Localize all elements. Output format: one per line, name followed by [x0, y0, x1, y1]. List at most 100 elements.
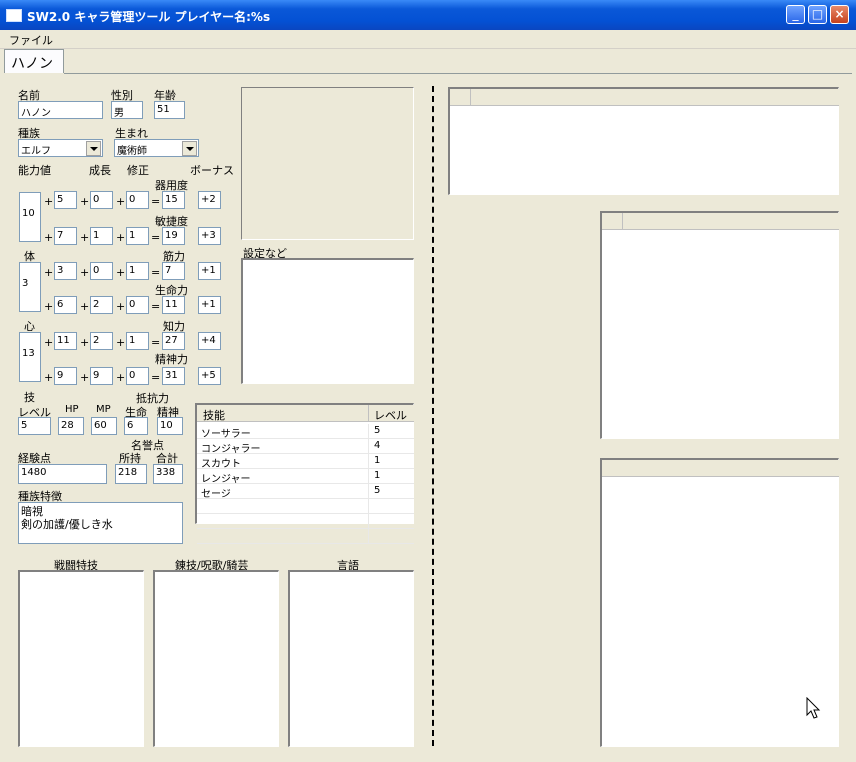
menu-file[interactable]: ファイル — [9, 32, 53, 48]
birth-dropdown-button[interactable] — [182, 141, 197, 156]
str-growth-input[interactable]: 0 — [90, 262, 113, 280]
skill-row[interactable]: スカウト 1 — [197, 454, 414, 470]
settings-textarea[interactable] — [241, 258, 414, 384]
skill-level: 4 — [374, 440, 381, 451]
right-list-bottom[interactable] — [600, 458, 839, 747]
close-icon: × — [834, 7, 845, 21]
agi-a-input[interactable]: 7 — [54, 227, 77, 245]
maximize-icon: □ — [811, 7, 824, 21]
skill-row[interactable] — [197, 499, 414, 514]
dex-bonus: +2 — [198, 191, 221, 209]
plus-sign: + — [80, 195, 90, 208]
equals-sign: = — [151, 371, 161, 384]
hp-label: HP — [65, 404, 79, 415]
minimize-icon: _ — [792, 7, 799, 21]
plus-sign: + — [44, 266, 54, 279]
dex-growth-input[interactable]: 0 — [90, 191, 113, 209]
dex-mod-input[interactable]: 0 — [126, 191, 149, 209]
level-column-header[interactable]: レベル — [369, 405, 414, 422]
name-input[interactable]: ハノン — [18, 101, 103, 119]
skill-name: セージ — [201, 489, 231, 500]
plus-sign: + — [80, 336, 90, 349]
kokoro-base-input[interactable]: 13 — [19, 332, 41, 382]
skill-row[interactable]: ソーサラー 5 — [197, 424, 414, 440]
plus-sign: + — [116, 300, 126, 313]
equals-sign: = — [151, 300, 161, 313]
plus-sign: + — [80, 266, 90, 279]
tai-base-input[interactable]: 3 — [19, 262, 41, 312]
str-mod-input[interactable]: 1 — [126, 262, 149, 280]
race-dropdown-button[interactable] — [86, 141, 101, 156]
plus-sign: + — [44, 195, 54, 208]
agi-bonus: +3 — [198, 227, 221, 245]
language-list[interactable] — [288, 570, 414, 747]
level-input[interactable]: 5 — [18, 417, 51, 435]
close-button[interactable]: × — [830, 5, 849, 24]
column-separator — [368, 499, 369, 513]
menu-bar — [0, 30, 856, 49]
spi-mod-input[interactable]: 0 — [126, 367, 149, 385]
vit-bonus: +1 — [198, 296, 221, 314]
race-trait-box: 暗視 剣の加護/優しき水 — [18, 502, 183, 544]
plus-sign: + — [80, 231, 90, 244]
minimize-button[interactable]: _ — [786, 5, 805, 24]
int-growth-input[interactable]: 2 — [90, 332, 113, 350]
race-value: エルフ — [21, 146, 51, 157]
spi-a-input[interactable]: 9 — [54, 367, 77, 385]
skill-name: レンジャー — [201, 474, 251, 485]
skill-row[interactable]: セージ 5 — [197, 484, 414, 500]
list-header[interactable] — [450, 89, 839, 106]
skills-table[interactable]: 技能 レベル ソーサラー 5 コンジャラー 4 スカウト 1 レンジャー 1 セージ 5 — [195, 403, 414, 544]
growth-label: 成長 — [89, 164, 111, 177]
agi-growth-input[interactable]: 1 — [90, 227, 113, 245]
skill-row[interactable]: レンジャー 1 — [197, 469, 414, 485]
gender-input[interactable]: 男 — [111, 101, 143, 119]
agi-mod-input[interactable]: 1 — [126, 227, 149, 245]
column-separator — [368, 424, 369, 438]
spi-growth-input[interactable]: 9 — [90, 367, 113, 385]
column-separator — [368, 514, 369, 528]
mp-value: 60 — [91, 417, 117, 435]
dex-a-input[interactable]: 5 — [54, 191, 77, 209]
tab-divider — [64, 73, 852, 74]
race-trait-line: 暗視 — [21, 505, 43, 518]
skill-name: スカウト — [201, 459, 241, 470]
birth-value: 魔術師 — [117, 146, 147, 157]
plus-sign: + — [116, 195, 126, 208]
column-separator — [368, 469, 369, 483]
tab-character[interactable]: ハノン — [4, 49, 64, 73]
skill-level: 5 — [374, 425, 381, 436]
age-input[interactable]: 51 — [154, 101, 185, 119]
honor-owned-input[interactable]: 218 — [115, 464, 147, 484]
int-a-input[interactable]: 11 — [54, 332, 77, 350]
gi-base-input[interactable]: 10 — [19, 192, 41, 242]
skill-rows: ソーサラー 5 コンジャラー 4 スカウト 1 レンジャー 1 セージ 5 — [197, 424, 414, 544]
spi-label: 精神力 — [155, 353, 188, 366]
plus-sign: + — [116, 266, 126, 279]
vit-a-input[interactable]: 6 — [54, 296, 77, 314]
portrait-area[interactable] — [241, 87, 414, 240]
str-bonus: +1 — [198, 262, 221, 280]
str-value: 7 — [162, 262, 185, 280]
vit-mod-input[interactable]: 0 — [126, 296, 149, 314]
list-header[interactable] — [602, 213, 839, 230]
skill-column-header[interactable]: 技能 — [197, 405, 369, 422]
arts-list[interactable] — [153, 570, 279, 747]
exp-input[interactable]: 1480 — [18, 464, 107, 484]
str-a-input[interactable]: 3 — [54, 262, 77, 280]
combat-feats-list[interactable] — [18, 570, 144, 747]
app-icon — [6, 9, 22, 22]
skill-row[interactable] — [197, 514, 414, 529]
skill-row[interactable] — [197, 529, 414, 544]
int-value: 27 — [162, 332, 185, 350]
list-header[interactable] — [602, 460, 839, 477]
equals-sign: = — [151, 336, 161, 349]
right-list-top[interactable] — [448, 87, 839, 195]
int-mod-input[interactable]: 1 — [126, 332, 149, 350]
vit-value: 11 — [162, 296, 185, 314]
maximize-button[interactable]: □ — [808, 5, 827, 24]
vit-growth-input[interactable]: 2 — [90, 296, 113, 314]
right-list-middle[interactable] — [600, 211, 839, 439]
plus-sign: + — [44, 336, 54, 349]
skill-row[interactable]: コンジャラー 4 — [197, 439, 414, 455]
